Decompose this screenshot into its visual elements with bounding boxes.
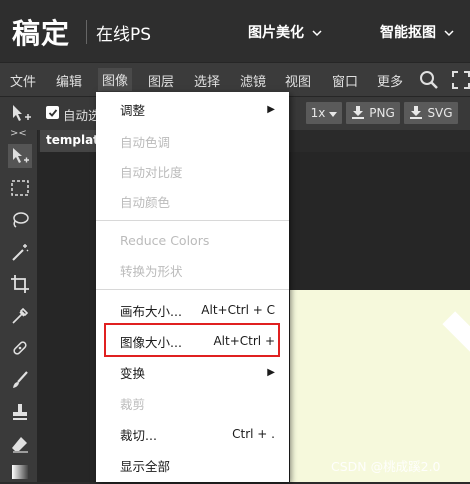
nav-smart-cutout-label: 智能抠图 [380,25,436,41]
image-stripe [442,311,470,367]
menu-file[interactable]: 文件 [10,71,36,90]
menu-item-label: 转换为形状 [120,263,183,279]
eyedropper-icon[interactable] [8,304,32,328]
watermark: CSDN @桃成蹊2.0 [331,459,441,474]
menu-item-label: 裁切... [120,427,157,443]
menu-image[interactable]: 图像 [98,68,133,91]
fullscreen-icon[interactable] [452,71,470,93]
menu-item-label: 自动色调 [120,134,171,150]
nav-image-beautify[interactable]: 图片美化 [248,22,322,42]
stamp-icon[interactable] [8,400,32,424]
image-menu-dropdown: 调整 ▶ 自动色调 自动对比度 自动颜色 Reduce Colors 转换为形状… [96,92,289,482]
export-png-label: PNG [369,106,395,120]
menu-window[interactable]: 窗口 [332,71,358,90]
menu-divider [96,289,289,290]
export-png-button[interactable]: PNG [346,102,400,124]
tool-panel: >< [0,128,38,484]
menu-item-shortcut: Ctrl + . [232,427,275,441]
move-tool-icon[interactable] [8,144,32,168]
marquee-select-icon[interactable] [8,176,32,200]
download-icon [409,105,423,122]
menu-item-label: 调整 [120,102,146,118]
menu-item-label: 画布大小... [120,303,182,319]
menu-filter[interactable]: 滤镜 [240,71,266,90]
collapse-toggle-icon[interactable]: >< [10,128,27,139]
menu-item-label: 裁剪 [120,396,146,412]
logo-divider [86,20,87,44]
menu-item-adjust[interactable]: 调整 ▶ [96,94,289,124]
menu-item-convert-to-shape: 转换为形状 [96,255,289,285]
menu-layer[interactable]: 图层 [148,71,174,90]
menu-more[interactable]: 更多 [377,71,403,90]
nav-smart-cutout[interactable]: 智能抠图 [380,22,454,42]
chevron-down-icon [444,26,454,40]
top-header: 稿定 在线PS 图片美化 智能抠图 [0,0,470,62]
menu-item-auto-contrast: 自动对比度 [96,156,289,186]
menu-edit[interactable]: 编辑 [56,71,82,90]
brush-icon[interactable] [8,368,32,392]
brand-logo[interactable]: 稿定 [12,12,70,52]
canvas-image[interactable] [290,290,470,482]
crop-icon[interactable] [8,272,32,296]
menu-item-trim[interactable]: 裁切... Ctrl + . [96,419,289,449]
menu-item-label: Reduce Colors [120,232,210,248]
healing-brush-icon[interactable] [8,336,32,360]
search-icon[interactable] [419,70,439,94]
highlight-box [104,323,280,357]
menu-bar: 文件 编辑 图像 图层 选择 滤镜 视图 窗口 更多 [0,62,470,96]
auto-select-label: 自动选 [63,108,101,123]
download-icon [351,105,365,122]
menu-item-auto-tone: 自动色调 [96,126,289,156]
export-svg-label: SVG [427,106,453,120]
caret-down-icon [329,106,338,120]
menu-item-auto-color: 自动颜色 [96,186,289,216]
submenu-arrow-icon: ▶ [267,366,275,378]
menu-item-transform[interactable]: 变换 ▶ [96,357,289,387]
menu-divider [96,220,289,221]
gradient-icon[interactable] [8,460,32,484]
menu-item-canvas-size[interactable]: 画布大小... Alt+Ctrl + C [96,295,289,325]
menu-item-label: 自动对比度 [120,164,183,180]
export-svg-button[interactable]: SVG [404,102,458,124]
menu-item-crop: 裁剪 [96,388,289,418]
lasso-icon[interactable] [8,208,32,232]
submenu-arrow-icon: ▶ [267,103,275,115]
menu-view[interactable]: 视图 [285,71,311,90]
zoom-value: 1x [310,106,326,120]
menu-select[interactable]: 选择 [194,71,220,90]
menu-item-shortcut: Alt+Ctrl + C [201,303,275,317]
magic-wand-icon[interactable] [8,240,32,264]
menu-item-reveal-all[interactable]: 显示全部 [96,450,289,480]
menu-item-reduce-colors: Reduce Colors [96,225,289,255]
menu-item-label: 自动颜色 [120,194,171,210]
nav-image-beautify-label: 图片美化 [248,25,304,41]
zoom-select[interactable]: 1x [306,102,342,124]
brand-subtitle: 在线PS [96,25,152,45]
menu-item-label: 显示全部 [120,458,171,474]
eraser-icon[interactable] [8,432,32,456]
move-tool-icon[interactable] [10,103,32,129]
auto-select-checkbox[interactable] [46,106,59,119]
chevron-down-icon [312,26,322,40]
menu-item-label: 变换 [120,365,146,381]
